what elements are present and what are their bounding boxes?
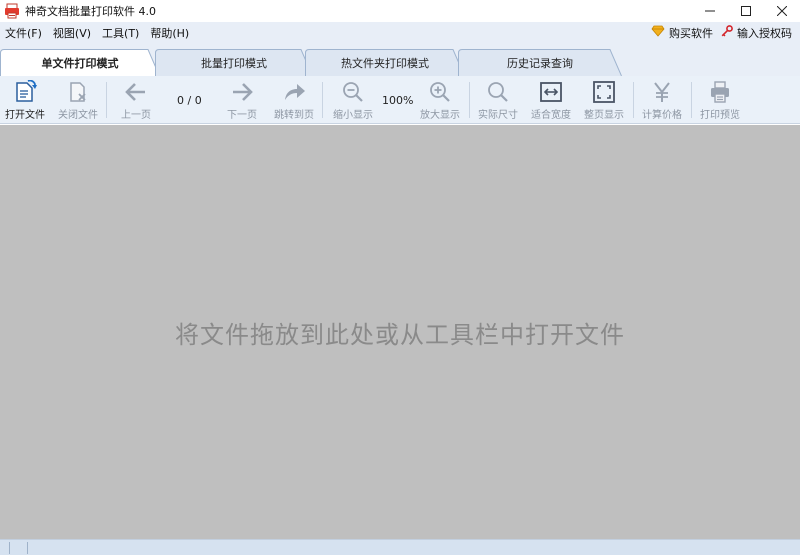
- print-preview-label: 打印预览: [700, 110, 740, 121]
- magnifier-icon: [488, 82, 508, 102]
- status-segment: [10, 541, 28, 554]
- close-file-button[interactable]: 关闭文件: [56, 80, 100, 121]
- fit-width-icon: [540, 82, 562, 102]
- fit-page-label: 整页显示: [584, 110, 624, 121]
- zoom-level: 100%: [382, 94, 414, 107]
- toolbar-separator: [106, 82, 107, 118]
- zoom-in-button[interactable]: 放大显示: [418, 80, 462, 121]
- toolbar-separator: [691, 82, 692, 118]
- zoom-out-button[interactable]: 缩小显示: [331, 80, 375, 121]
- arrow-left-icon: [125, 83, 145, 101]
- menu-view[interactable]: 视图(V): [48, 25, 97, 41]
- document-drop-area[interactable]: 将文件拖放到此处或从工具栏中打开文件: [0, 125, 800, 539]
- license-code-label: 输入授权码: [737, 26, 792, 40]
- fit-page-button[interactable]: 整页显示: [582, 80, 626, 121]
- status-segment: [0, 541, 10, 554]
- mode-tabs: 单文件打印模式 批量打印模式 热文件夹打印模式 历史记录查询: [0, 43, 800, 76]
- page-counter: 0 / 0: [177, 94, 202, 107]
- open-file-label: 打开文件: [5, 110, 45, 121]
- close-button[interactable]: [764, 0, 800, 22]
- minimize-icon: [705, 10, 715, 12]
- buy-software-link[interactable]: 购买软件: [651, 25, 713, 41]
- toolbar-separator: [469, 82, 470, 118]
- actual-size-label: 实际尺寸: [478, 110, 518, 121]
- calculate-price-label: 计算价格: [642, 110, 682, 121]
- maximize-button[interactable]: [728, 0, 764, 22]
- open-file-icon: [16, 80, 37, 102]
- redirect-arrow-icon: [285, 84, 305, 100]
- window-title: 神奇文档批量打印软件 4.0: [25, 5, 156, 18]
- next-page-label: 下一页: [227, 110, 257, 121]
- menu-file[interactable]: 文件(F): [0, 25, 48, 41]
- close-file-icon: [70, 82, 86, 102]
- license-code-link[interactable]: 输入授权码: [721, 25, 792, 41]
- fit-page-icon: [593, 81, 615, 103]
- status-bar: [0, 539, 800, 555]
- print-preview-button[interactable]: 打印预览: [698, 80, 742, 121]
- tab-single-file-print[interactable]: 单文件打印模式: [0, 49, 160, 76]
- menu-help[interactable]: 帮助(H): [145, 25, 195, 41]
- printer-icon: [711, 81, 729, 103]
- drop-hint-text: 将文件拖放到此处或从工具栏中打开文件: [175, 320, 625, 349]
- go-to-page-button[interactable]: 跳转到页: [272, 80, 316, 121]
- previous-page-label: 上一页: [121, 110, 151, 121]
- actual-size-button[interactable]: 实际尺寸: [476, 80, 520, 121]
- menu-tools[interactable]: 工具(T): [97, 25, 145, 41]
- key-icon: [721, 25, 733, 40]
- arrow-right-icon: [233, 83, 253, 101]
- open-file-button[interactable]: 打开文件: [4, 80, 46, 121]
- close-icon: [777, 6, 787, 16]
- printer-app-icon: [4, 3, 20, 19]
- tab-label: 历史记录查询: [507, 56, 573, 70]
- tab-batch-print[interactable]: 批量打印模式: [155, 49, 313, 76]
- buy-software-label: 购买软件: [669, 26, 713, 40]
- tab-history-query[interactable]: 历史记录查询: [458, 49, 622, 76]
- go-to-page-label: 跳转到页: [274, 110, 314, 121]
- next-page-button[interactable]: 下一页: [224, 80, 260, 121]
- close-file-label: 关闭文件: [58, 110, 98, 121]
- menu-bar: 文件(F) 视图(V) 工具(T) 帮助(H) 购买软件 输入授权码: [0, 22, 800, 43]
- fit-width-label: 适合宽度: [531, 110, 571, 121]
- zoom-out-label: 缩小显示: [333, 110, 373, 121]
- previous-page-button[interactable]: 上一页: [118, 80, 154, 121]
- toolbar-separator: [633, 82, 634, 118]
- diamond-icon: [651, 25, 665, 40]
- tab-label: 热文件夹打印模式: [341, 56, 429, 70]
- zoom-out-icon: [343, 82, 363, 102]
- zoom-in-label: 放大显示: [420, 110, 460, 121]
- toolbar-separator: [322, 82, 323, 118]
- minimize-button[interactable]: [692, 0, 728, 22]
- toolbar: 打开文件 关闭文件 上一页 0 / 0 下一页 跳转到页 缩小显示 100% 放…: [0, 76, 800, 124]
- title-bar: 神奇文档批量打印软件 4.0: [0, 0, 800, 22]
- yen-icon: [654, 82, 670, 102]
- tab-label: 单文件打印模式: [41, 56, 119, 70]
- tab-label: 批量打印模式: [201, 56, 267, 70]
- tab-hot-folder-print[interactable]: 热文件夹打印模式: [305, 49, 465, 76]
- zoom-in-icon: [430, 82, 450, 102]
- calculate-price-button[interactable]: 计算价格: [640, 80, 684, 121]
- fit-width-button[interactable]: 适合宽度: [529, 80, 573, 121]
- maximize-icon: [741, 6, 751, 16]
